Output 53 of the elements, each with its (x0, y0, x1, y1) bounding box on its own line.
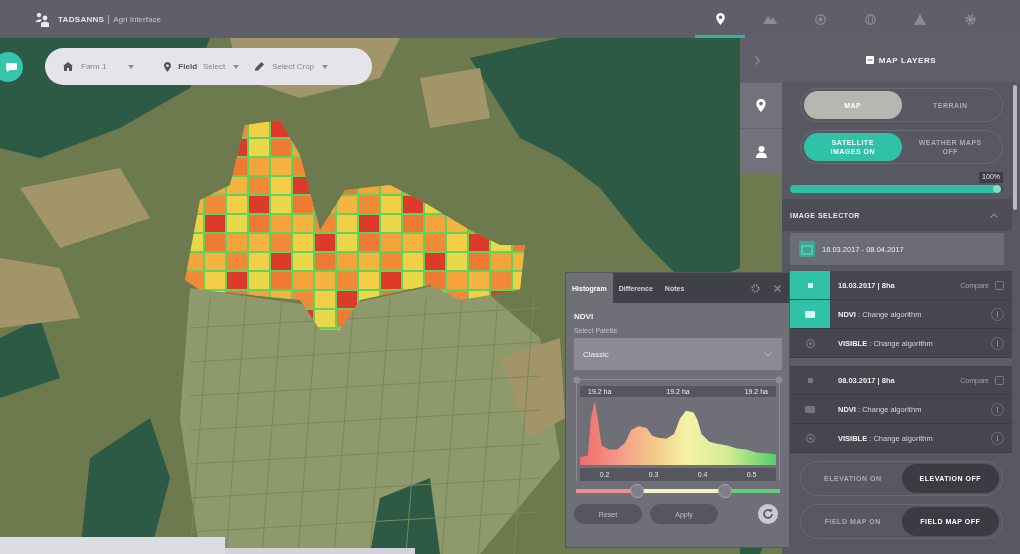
mountain-icon (763, 14, 777, 24)
image-icon (805, 405, 815, 413)
info-icon[interactable] (991, 402, 1004, 416)
corner-handle-icon[interactable] (573, 376, 581, 384)
range-slider[interactable] (576, 484, 780, 498)
slider-thumb[interactable] (992, 185, 1001, 193)
location-pin-icon (756, 99, 766, 112)
person-icon (755, 145, 767, 158)
triangle-icon (914, 13, 926, 25)
caret-icon (322, 64, 329, 69)
chevron-down-icon (764, 351, 772, 357)
side-tab[interactable] (740, 128, 782, 174)
pencil-icon (255, 62, 265, 71)
side-tab[interactable] (740, 82, 782, 128)
farm-dropdown[interactable]: Farm 1 (63, 54, 135, 79)
layer-toggle[interactable] (790, 300, 830, 328)
square-outline-icon[interactable] (995, 280, 1004, 290)
range-thumb[interactable] (630, 484, 645, 498)
location-pin-icon (164, 61, 172, 72)
layer-toggle[interactable] (790, 271, 830, 299)
chevron-up-icon[interactable] (990, 212, 998, 218)
sun-icon (964, 13, 976, 25)
people-icon (35, 11, 50, 27)
caret-icon (128, 64, 135, 69)
chevron-right-icon[interactable] (754, 55, 760, 65)
app-subtitle: Agri Interface (108, 14, 161, 24)
corner-handle-icon[interactable] (775, 376, 783, 384)
close-icon[interactable] (774, 284, 781, 292)
image-icon (805, 310, 815, 318)
house-icon (63, 62, 73, 71)
circle-icon (805, 433, 815, 443)
info-icon[interactable] (991, 431, 1004, 445)
target-icon (814, 13, 826, 25)
range-thumb[interactable] (717, 484, 732, 498)
chat-bubble-icon (6, 62, 17, 72)
refresh-icon[interactable] (758, 504, 778, 524)
layers-icon (865, 56, 874, 64)
location-pin-icon (715, 13, 725, 25)
brand-name: TADSANNS (58, 14, 105, 24)
calendar-icon (799, 241, 815, 257)
field-dropdown[interactable]: Field Select (164, 54, 240, 79)
caret-icon (233, 64, 240, 69)
square-outline-icon[interactable] (995, 375, 1004, 385)
globe-icon (864, 13, 876, 25)
info-icon[interactable] (991, 307, 1004, 321)
dotted-circle-icon[interactable] (751, 283, 760, 293)
panel-title: MAP LAYERS (878, 55, 937, 65)
palette-dropdown[interactable]: Classic (574, 338, 782, 370)
crop-dropdown[interactable]: Select Crop (255, 54, 329, 79)
info-icon[interactable] (991, 336, 1004, 350)
index-title: NDVI (574, 312, 595, 321)
scrollbar[interactable] (1013, 85, 1017, 210)
circle-icon (805, 338, 815, 348)
